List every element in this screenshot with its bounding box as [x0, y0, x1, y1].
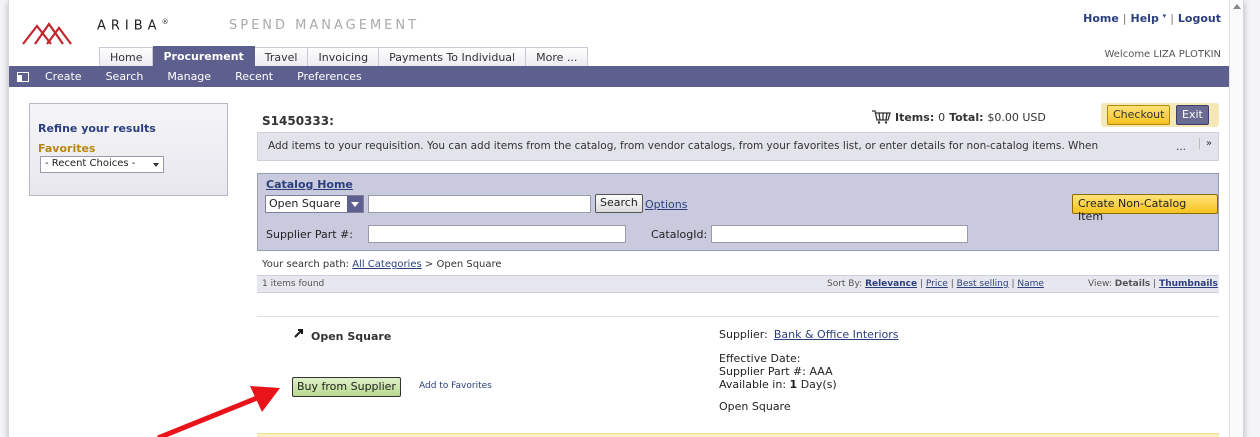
- tab-travel[interactable]: Travel: [254, 47, 309, 66]
- items-count: 0: [938, 110, 946, 124]
- buy-from-supplier-button[interactable]: Buy from Supplier: [292, 377, 401, 397]
- checkout-button[interactable]: Checkout: [1107, 105, 1171, 125]
- help-link[interactable]: Help ▾: [1131, 12, 1167, 25]
- scrollbar[interactable]: [1229, 0, 1243, 437]
- supplier-part-value: AAA: [809, 365, 833, 378]
- catalog-id-input[interactable]: [711, 225, 968, 243]
- menubar: Create Search Manage Recent Preferences: [9, 66, 1231, 87]
- supplier-info: Supplier: Bank & Office Interiors Effecti…: [719, 328, 899, 413]
- sort-relevance[interactable]: Relevance: [865, 279, 917, 289]
- chevron-down-icon: [347, 196, 363, 212]
- welcome-text: Welcome LIZA PLOTKIN: [1104, 49, 1221, 60]
- instructions-banner: Add items to your requisition. You can a…: [257, 132, 1219, 161]
- recent-choices-select[interactable]: - Recent Choices -: [40, 156, 164, 173]
- ariba-logo-icon: [22, 22, 72, 45]
- product-name: SPEND MANAGEMENT: [229, 18, 420, 33]
- main-tabs: Home Procurement Travel Invoicing Paymen…: [99, 46, 589, 66]
- catalog-search-panel: Catalog Home Open Square Search Options …: [257, 173, 1219, 251]
- sort-best-selling[interactable]: Best selling: [957, 279, 1009, 289]
- tab-payments-to-individual[interactable]: Payments To Individual: [379, 47, 527, 66]
- item-name[interactable]: Open Square: [311, 330, 391, 343]
- tab-home[interactable]: Home: [99, 47, 154, 66]
- arrow-icon: [157, 386, 280, 437]
- cart-icon: [872, 110, 891, 124]
- catalog-select[interactable]: Open Square: [265, 195, 364, 213]
- results-count: 1 items found: [262, 279, 325, 289]
- next-item-strip: [257, 433, 1219, 437]
- view-options: View: Details | Thumbnails: [1088, 279, 1218, 289]
- grid-icon[interactable]: [17, 71, 29, 82]
- menu-manage[interactable]: Manage: [167, 70, 211, 83]
- catalog-id-label: CatalogId:: [651, 228, 708, 241]
- scroll-up-icon[interactable]: [1233, 4, 1241, 9]
- breadcrumb: Your search path: All Categories > Open …: [262, 259, 502, 270]
- help-caret-icon: ▾: [1162, 12, 1167, 20]
- app-window: ARIBA® SPEND MANAGEMENT Home | Help ▾ | Logo…: [8, 0, 1244, 437]
- more-link[interactable]: ...: [1176, 141, 1186, 153]
- favorites-label: Favorites: [38, 142, 96, 155]
- tab-invoicing[interactable]: Invoicing: [308, 47, 380, 66]
- exit-button[interactable]: Exit: [1176, 105, 1209, 125]
- requisition-id: S1450333:: [262, 114, 334, 128]
- results-bar: 1 items found Sort By: Relevance | Price…: [257, 275, 1219, 293]
- sort-price[interactable]: Price: [926, 279, 948, 289]
- menu-create[interactable]: Create: [45, 70, 82, 83]
- divider: [257, 316, 1219, 317]
- instructions-text: Add items to your requisition. You can a…: [268, 140, 1099, 152]
- external-link-icon: [293, 327, 305, 339]
- chevron-down-icon: [153, 163, 159, 167]
- item-description: Open Square: [719, 400, 791, 413]
- menu-preferences[interactable]: Preferences: [297, 70, 362, 83]
- cart-summary: Items: 0 Total: $0.00 USD: [871, 110, 1050, 124]
- view-thumbnails[interactable]: Thumbnails: [1159, 279, 1218, 289]
- search-input[interactable]: [368, 195, 591, 213]
- breadcrumb-current: Open Square: [436, 259, 502, 270]
- menu-recent[interactable]: Recent: [235, 70, 273, 83]
- expand-icon[interactable]: »: [1198, 138, 1212, 149]
- options-link[interactable]: Options: [645, 198, 687, 211]
- available-days: 1: [789, 378, 798, 391]
- logout-link[interactable]: Logout: [1178, 12, 1221, 25]
- refine-panel: Refine your results Favorites - Recent C…: [29, 103, 228, 196]
- effective-date-label: Effective Date:: [719, 352, 801, 365]
- supplier-link[interactable]: Bank & Office Interiors: [774, 328, 899, 341]
- add-to-favorites-link[interactable]: Add to Favorites: [419, 381, 492, 391]
- breadcrumb-all-categories[interactable]: All Categories: [352, 259, 421, 270]
- home-link[interactable]: Home: [1083, 12, 1119, 25]
- header: ARIBA® SPEND MANAGEMENT Home | Help ▾ | Logo…: [9, 0, 1231, 66]
- view-details[interactable]: Details: [1115, 279, 1150, 289]
- create-non-catalog-item-button[interactable]: Create Non-Catalog Item: [1072, 194, 1218, 223]
- catalog-home-link[interactable]: Catalog Home: [266, 178, 353, 191]
- total-value: $0.00 USD: [987, 110, 1046, 124]
- supplier-part-input[interactable]: [368, 225, 626, 243]
- tab-procurement[interactable]: Procurement: [153, 46, 255, 66]
- menu-search[interactable]: Search: [106, 70, 144, 83]
- top-links: Home | Help ▾ | Logout: [1083, 12, 1221, 25]
- sort-options: Sort By: Relevance | Price | Best sellin…: [827, 279, 1044, 289]
- search-button[interactable]: Search: [595, 194, 643, 213]
- sort-name[interactable]: Name: [1017, 279, 1044, 289]
- refine-title: Refine your results: [38, 122, 156, 135]
- supplier-part-label: Supplier Part #:: [266, 228, 353, 241]
- tab-more[interactable]: More ...: [526, 47, 589, 66]
- brand-name: ARIBA®: [97, 18, 169, 34]
